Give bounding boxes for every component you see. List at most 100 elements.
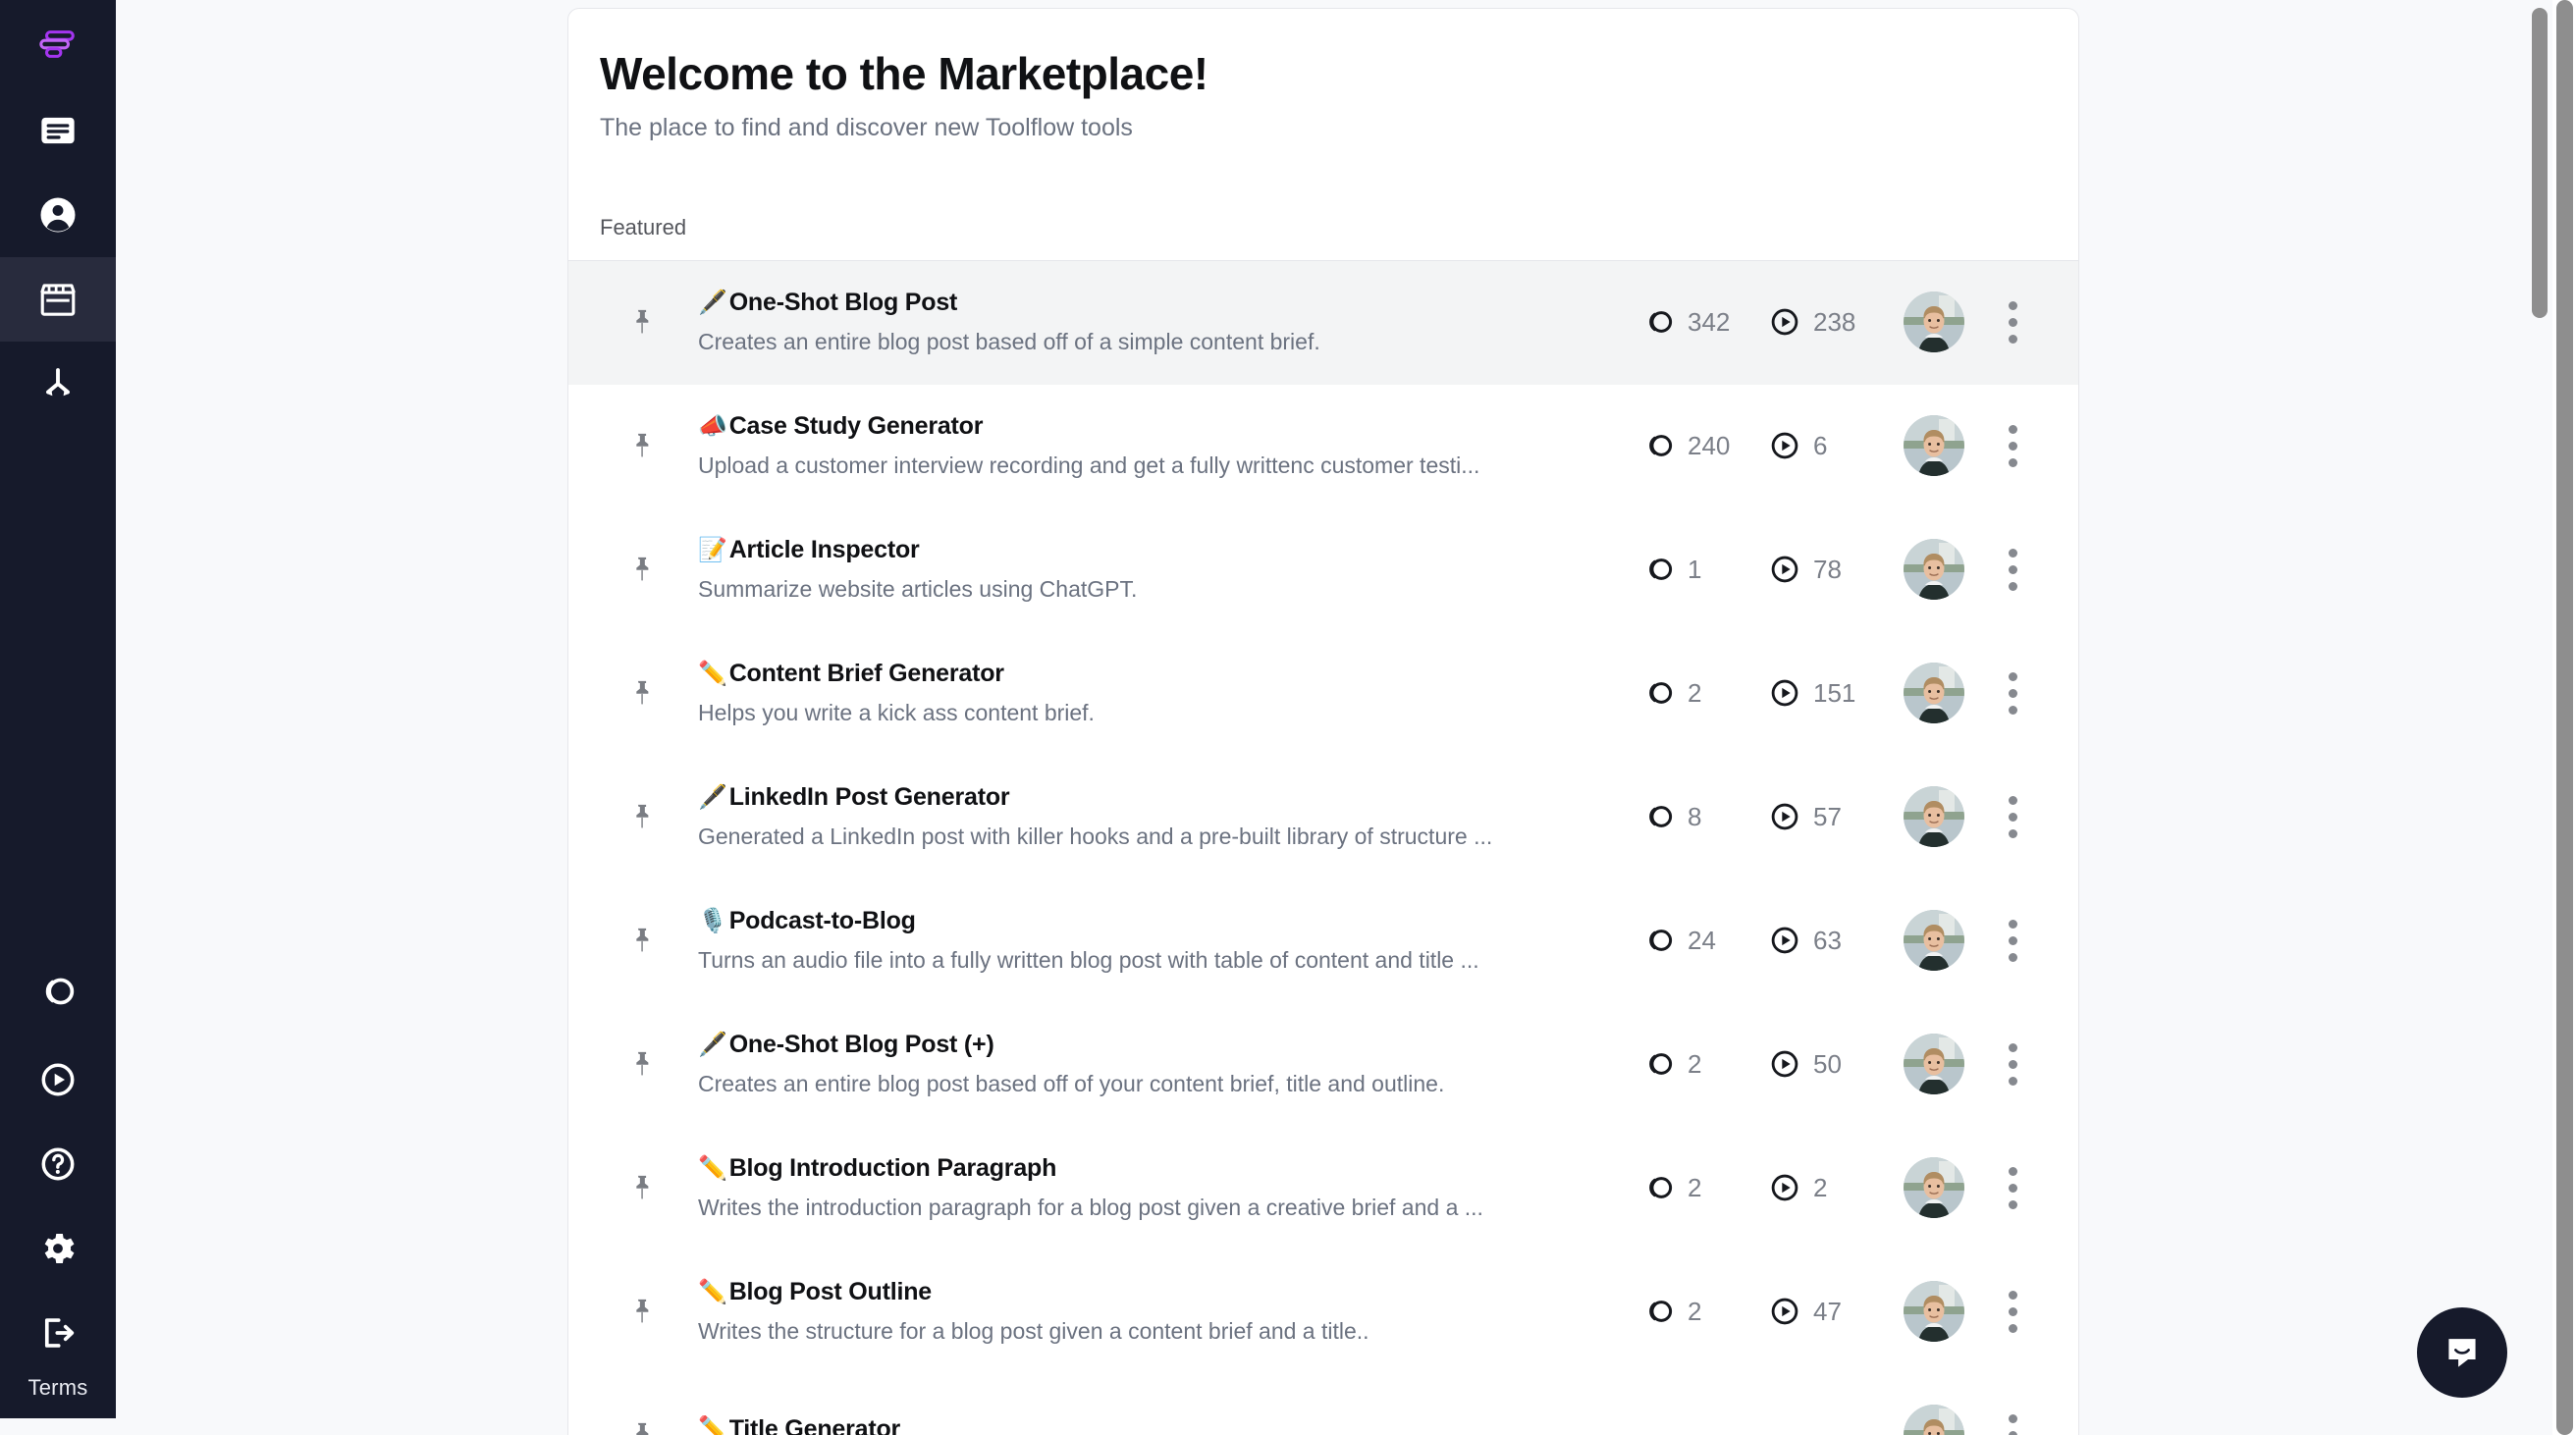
avatar[interactable] (1904, 1157, 1964, 1219)
runs-value: 238 (1813, 306, 1856, 337)
row-menu-button[interactable] (1978, 1290, 2047, 1333)
tool-stats: 24 63 (1642, 924, 1892, 957)
pin-button[interactable] (610, 1418, 674, 1435)
intercom-launcher[interactable] (2417, 1307, 2507, 1398)
row-menu-button[interactable] (1978, 300, 2047, 344)
credits-icon (1649, 435, 1673, 457)
kebab-dot (2008, 812, 2017, 822)
pin-button[interactable] (610, 676, 674, 710)
tool-row[interactable]: 📣 Case Study Generator Upload a customer… (568, 385, 2078, 508)
avatar[interactable] (1904, 415, 1964, 477)
pin-button[interactable] (610, 429, 674, 462)
avatar[interactable] (1904, 1405, 1964, 1435)
runs-stat: 6 (1768, 429, 1892, 462)
content-scrollbar-thumb[interactable] (2532, 8, 2548, 318)
row-menu-button[interactable] (1978, 1166, 2047, 1209)
pin-icon (636, 681, 649, 706)
row-menu-button[interactable] (1978, 1042, 2047, 1086)
tool-title: ✏️ Blog Post Outline (698, 1278, 1623, 1306)
runs-value: 151 (1813, 677, 1856, 708)
avatar[interactable] (1904, 910, 1964, 972)
tool-description: Writes the introduction paragraph for a … (698, 1195, 1483, 1221)
pin-button[interactable] (610, 1295, 674, 1328)
tool-emoji: ✏️ (698, 1415, 727, 1435)
pin-button[interactable] (610, 1047, 674, 1081)
sidebar-item-flows[interactable] (0, 342, 116, 426)
tool-row[interactable]: ✏️ Blog Introduction Paragraph Writes th… (568, 1127, 2078, 1250)
credits-value: 2 (1688, 1172, 1702, 1202)
play-circle-icon (1771, 928, 1798, 954)
window-scrollbar[interactable] (2552, 0, 2576, 1435)
avatar-image (1904, 1281, 1964, 1343)
sidebar-item-credits[interactable] (0, 953, 116, 1037)
window-scrollbar-thumb[interactable] (2556, 0, 2573, 1435)
tool-stats (1642, 1418, 1892, 1435)
avatar-image (1904, 415, 1964, 477)
tool-emoji: ✏️ (698, 1278, 727, 1305)
content-scrollbar[interactable] (2529, 0, 2550, 1435)
tool-info: 📣 Case Study Generator Upload a customer… (674, 412, 1642, 479)
credits-icon (1649, 806, 1673, 828)
sidebar-item-marketplace[interactable] (0, 257, 116, 342)
kebab-dot (2008, 441, 2017, 451)
avatar[interactable] (1904, 292, 1964, 353)
credits-icon (1649, 682, 1673, 705)
sidebar-item-documents[interactable] (0, 88, 116, 173)
tool-description: Summarize website articles using ChatGPT… (698, 576, 1138, 603)
row-menu-button[interactable] (1978, 424, 2047, 467)
tool-emoji: 📝 (698, 536, 727, 563)
tool-row[interactable]: 🎙️ Podcast-to-Blog Turns an audio file i… (568, 879, 2078, 1003)
tool-emoji: 🖋️ (698, 783, 727, 811)
tool-stats: 8 57 (1642, 800, 1892, 833)
pin-button[interactable] (610, 553, 674, 586)
pin-icon (636, 805, 649, 829)
tool-row[interactable]: 🖋️ One-Shot Blog Post Creates an entire … (568, 260, 2078, 385)
pin-button[interactable] (610, 1171, 674, 1204)
sidebar-item-logout[interactable] (0, 1291, 116, 1375)
credits-value: 1 (1688, 554, 1702, 584)
flow-branch-icon (46, 368, 70, 397)
row-menu-button[interactable] (1978, 919, 2047, 962)
pin-icon (636, 1176, 649, 1200)
pin-button[interactable] (610, 800, 674, 833)
avatar[interactable] (1904, 539, 1964, 601)
pin-button[interactable] (610, 924, 674, 957)
avatar[interactable] (1904, 1034, 1964, 1095)
credits-value: 2 (1688, 1296, 1702, 1326)
pin-icon (636, 1423, 649, 1435)
tool-emoji: ✏️ (698, 1154, 727, 1182)
runs-stat: 78 (1768, 553, 1892, 586)
page-title: Welcome to the Marketplace! (600, 48, 1208, 99)
kebab-dot (2008, 671, 2017, 681)
play-circle-icon (1771, 1175, 1798, 1201)
tool-row[interactable]: 🖋️ LinkedIn Post Generator Generated a L… (568, 756, 2078, 879)
tool-row[interactable]: 🖋️ One-Shot Blog Post (+) Creates an ent… (568, 1003, 2078, 1127)
kebab-dot (2008, 424, 2017, 434)
sidebar-item-account[interactable] (0, 173, 116, 257)
avatar[interactable] (1904, 663, 1964, 724)
tool-title-text: Article Inspector (728, 536, 920, 564)
credits-icon (45, 978, 75, 1005)
tool-title-text: Podcast-to-Blog (728, 907, 916, 935)
tool-info: 🖋️ One-Shot Blog Post Creates an entire … (674, 289, 1642, 355)
tool-row[interactable]: ✏️ Title Generator (568, 1374, 2078, 1435)
row-menu-button[interactable] (1978, 671, 2047, 715)
avatar[interactable] (1904, 786, 1964, 848)
credits-value: 342 (1688, 306, 1731, 337)
tool-row[interactable]: ✏️ Blog Post Outline Writes the structur… (568, 1250, 2078, 1374)
row-menu-button[interactable] (1978, 1413, 2047, 1435)
sidebar-item-runs[interactable] (0, 1037, 116, 1122)
credits-icon (1649, 1177, 1673, 1199)
app-logo[interactable] (0, 0, 116, 88)
avatar[interactable] (1904, 1281, 1964, 1343)
kebab-dot (2008, 1430, 2017, 1435)
sidebar-item-help[interactable] (0, 1122, 116, 1206)
tool-row[interactable]: 📝 Article Inspector Summarize website ar… (568, 508, 2078, 632)
row-menu-button[interactable] (1978, 548, 2047, 591)
terms-link[interactable]: Terms (0, 1375, 116, 1418)
tool-row[interactable]: ✏️ Content Brief Generator Helps you wri… (568, 632, 2078, 756)
sidebar-item-settings[interactable] (0, 1206, 116, 1291)
row-menu-button[interactable] (1978, 795, 2047, 838)
pin-button[interactable] (610, 305, 674, 339)
tool-title-text: One-Shot Blog Post (728, 289, 958, 317)
